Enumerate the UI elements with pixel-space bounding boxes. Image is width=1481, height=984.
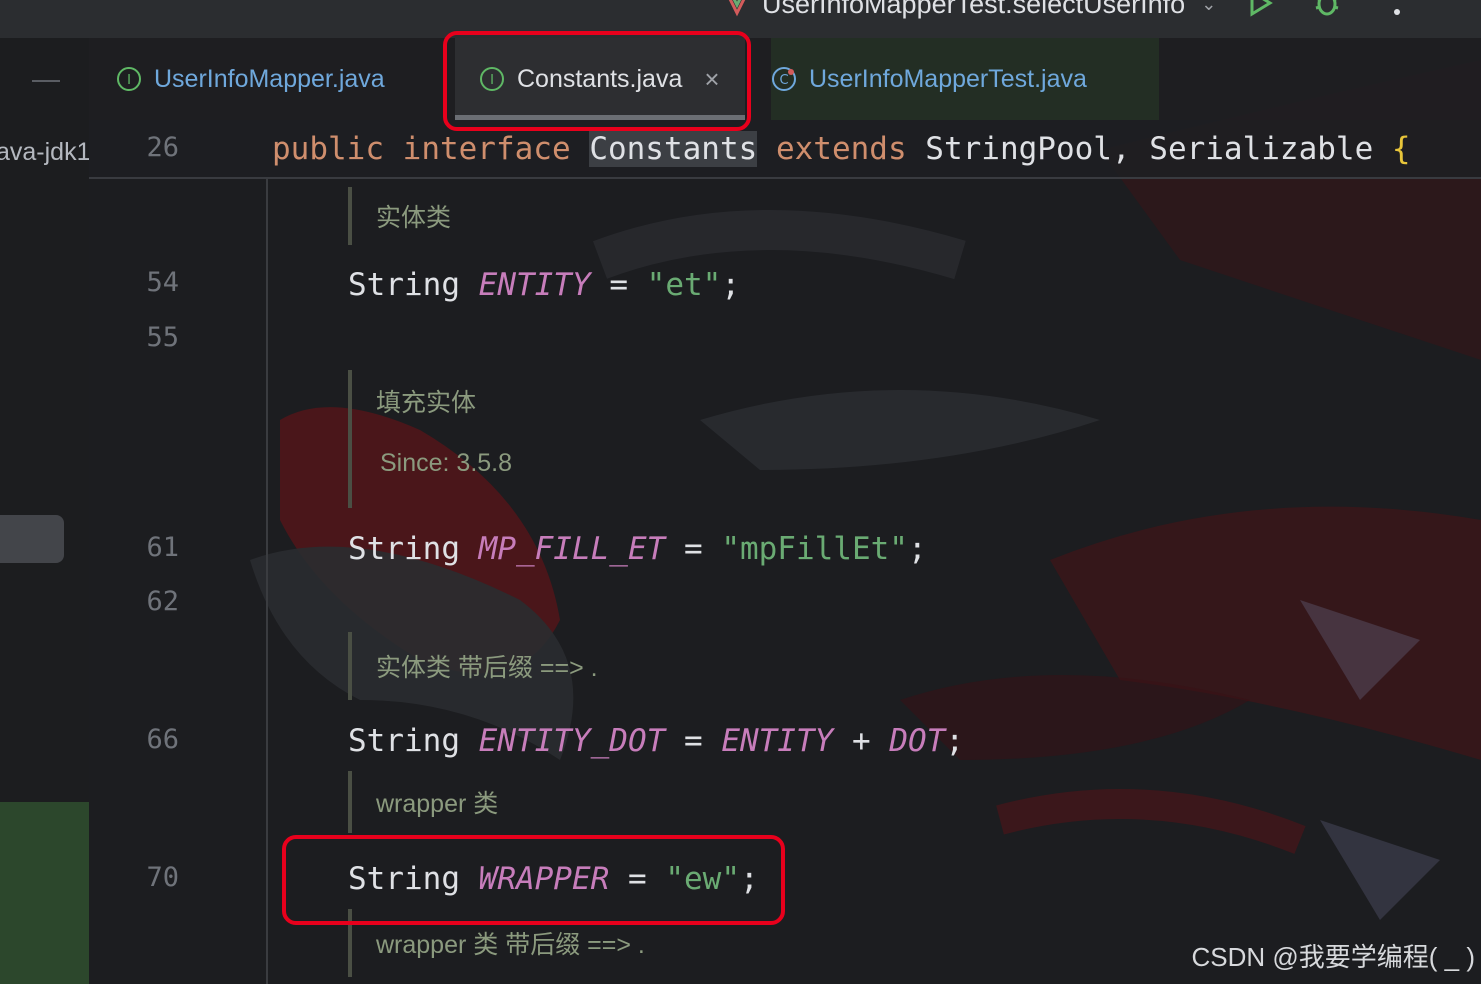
constant-name: WRAPPER <box>478 861 610 897</box>
run-button[interactable] <box>1243 0 1277 17</box>
svg-text:I: I <box>490 73 494 88</box>
more-actions-button[interactable] <box>1380 0 1414 16</box>
semicolon: ; <box>945 723 964 759</box>
line-number: 26 <box>146 132 179 163</box>
class-declaration[interactable]: public interface Constants extends Strin… <box>272 129 1411 169</box>
string-literal: "mpFillEt" <box>721 531 908 567</box>
project-tree-selection[interactable] <box>0 515 64 563</box>
vcs-change-marker <box>0 802 89 984</box>
tab-constants[interactable]: I Constants.java × <box>455 38 745 120</box>
doc-comment: 实体类 带后缀 ==> . <box>348 632 598 700</box>
code-line-entity[interactable]: String ENTITY = "et"; <box>348 265 740 305</box>
operator: = <box>683 723 703 759</box>
tab-label: UserInfoMapper.java <box>154 64 385 93</box>
line-number: 54 <box>146 267 179 298</box>
doc-comment: wrapper 类 <box>348 771 498 833</box>
project-tree-item[interactable]: ava-jdk1 <box>0 138 89 167</box>
constant-reference: DOT <box>889 723 946 759</box>
type: String <box>348 531 460 567</box>
doc-comment: wrapper 类 带后缀 ==> . <box>348 909 645 977</box>
debug-button[interactable] <box>1310 0 1344 16</box>
operator: = <box>627 861 647 897</box>
string-literal: "ew" <box>665 861 740 897</box>
chevron-down-icon: ⌄ <box>1201 0 1217 14</box>
line-number: 61 <box>146 532 179 563</box>
type: String <box>348 861 460 897</box>
constant-reference: ENTITY <box>721 723 834 759</box>
doc-comment: 填充实体 Since: 3.5.8 <box>348 370 512 508</box>
sticky-class-header: 26 public interface Constants extends St… <box>89 120 1481 179</box>
string-literal: "et" <box>646 267 722 303</box>
code-editor[interactable]: 实体类 54 String ENTITY = "et"; 55 填充实体 Sin… <box>89 177 1481 984</box>
constant-name: ENTITY_DOT <box>478 723 666 759</box>
interface-icon: I <box>116 66 142 92</box>
keyword: interface <box>402 131 571 167</box>
doc-text: wrapper 类 <box>376 790 499 818</box>
operator: = <box>609 267 628 303</box>
svg-text:C: C <box>779 73 788 88</box>
constant-name: MP_FILL_ET <box>478 531 666 567</box>
semicolon: ; <box>739 861 759 897</box>
minus-icon[interactable] <box>32 80 60 82</box>
operator: + <box>851 723 871 759</box>
code-line-entity-dot[interactable]: String ENTITY_DOT = ENTITY + DOT; <box>348 721 964 761</box>
doc-text: wrapper 类 带后缀 ==> . <box>376 931 645 959</box>
doc-since: Since: 3.5.8 <box>380 448 513 477</box>
editor-tab-bar: I UserInfoMapper.java I Constants.java ×… <box>89 38 1481 120</box>
semicolon: ; <box>721 267 740 303</box>
run-configuration-selector[interactable]: UserInfoMapperTest.selectUserInfo ⌄ <box>722 0 1216 24</box>
supertype: Serializable <box>1149 131 1374 167</box>
junit-config-icon <box>722 0 752 19</box>
keyword: public <box>272 131 384 167</box>
tab-label: Constants.java <box>517 64 683 93</box>
line-number: 70 <box>146 862 179 893</box>
doc-comment: 实体类 <box>348 187 451 245</box>
keyword: extends <box>775 131 907 167</box>
line-number: 66 <box>146 724 179 755</box>
interface-icon: I <box>479 66 505 92</box>
doc-text: 实体类 <box>376 204 452 232</box>
supertype: StringPool, <box>925 131 1131 167</box>
operator: = <box>683 531 703 567</box>
line-number: 55 <box>146 322 179 353</box>
line-number: 62 <box>146 586 179 617</box>
constant-name: ENTITY <box>478 267 591 303</box>
type: String <box>348 267 460 303</box>
class-name: Constants <box>589 131 758 167</box>
debug-icon <box>1315 0 1339 16</box>
code-line-mp-fill-et[interactable]: String MP_FILL_ET = "mpFillEt"; <box>348 529 927 569</box>
doc-text: 填充实体 <box>376 389 477 417</box>
doc-text: 实体类 带后缀 ==> . <box>376 654 598 682</box>
close-icon[interactable]: × <box>704 64 719 95</box>
type: String <box>348 723 460 759</box>
watermark: CSDN @我要学编程( _ ) <box>1191 942 1475 972</box>
tab-userinfomapper[interactable]: I UserInfoMapper.java <box>116 38 385 120</box>
run-configuration-label: UserInfoMapperTest.selectUserInfo <box>762 0 1186 19</box>
open-brace: { <box>1391 131 1411 167</box>
code-line-wrapper[interactable]: String WRAPPER = "ew"; <box>348 859 759 899</box>
semicolon: ; <box>907 531 927 567</box>
indent-guide <box>266 177 268 984</box>
test-class-icon: C <box>771 66 797 92</box>
run-icon <box>1250 0 1273 17</box>
project-tool-window: ava-jdk1 <box>0 38 89 984</box>
tab-label: UserInfoMapperTest.java <box>809 64 1087 93</box>
top-toolbar: UserInfoMapperTest.selectUserInfo ⌄ <box>0 0 1481 38</box>
tab-userinfomappertest[interactable]: C UserInfoMapperTest.java <box>771 38 1159 120</box>
svg-text:I: I <box>127 73 131 88</box>
more-vertical-icon <box>1394 9 1400 15</box>
